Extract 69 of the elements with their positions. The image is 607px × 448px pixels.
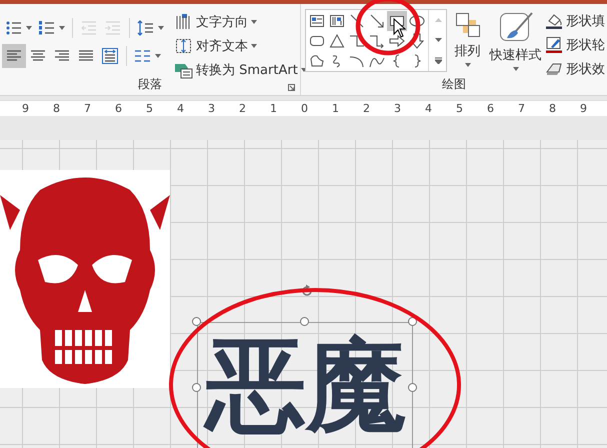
resize-handle[interactable] (192, 383, 201, 392)
ruler-number: 2 (238, 102, 247, 115)
paint-bucket-icon (545, 12, 563, 30)
caret-icon (251, 44, 257, 48)
distribute-icon (101, 47, 119, 65)
ruler-number: 7 (517, 102, 526, 115)
more-icon (434, 56, 442, 64)
caret-icon (464, 63, 471, 67)
ruler-number: 5 (455, 102, 464, 115)
ribbon-command[interactable]: 文字方向 (173, 10, 309, 33)
resize-handle[interactable] (300, 317, 309, 326)
caret-icon (158, 26, 164, 30)
caret-icon (155, 54, 161, 58)
rotate-handle-icon[interactable] (300, 284, 314, 298)
ribbon-command[interactable]: 形状效 (543, 57, 607, 80)
text-box-icon (309, 13, 325, 29)
ruler-number: 9 (579, 102, 588, 115)
ruler-number: 4 (176, 102, 185, 115)
ruler-number: 6 (114, 102, 123, 115)
rounded-rectangle-icon (309, 33, 325, 49)
ruler-number: 6 (486, 102, 495, 115)
numbered-list-icon (38, 19, 56, 37)
ribbon-command[interactable]: 对齐文本 (173, 34, 309, 57)
resize-handle[interactable] (192, 317, 201, 326)
resize-handle[interactable] (408, 383, 417, 392)
ruler-number: 7 (83, 102, 92, 115)
ruler-number: 8 (548, 102, 557, 115)
down-arrow-icon (409, 33, 425, 49)
caret-icon (59, 26, 65, 30)
ribbon-command[interactable]: 形状轮 (543, 33, 607, 56)
ruler-number: 3 (207, 102, 216, 115)
caret-icon (251, 20, 257, 24)
elbow-arrow-icon (369, 33, 385, 49)
align-left-button[interactable] (2, 44, 26, 68)
mouse-pointer-icon (393, 18, 406, 38)
ruler-number: 1 (269, 102, 278, 115)
caret-icon (26, 26, 32, 30)
ruler-number: 9 (21, 102, 30, 115)
brush-icon (498, 11, 534, 43)
pencil-icon (545, 36, 563, 54)
arrange-button[interactable]: 排列 (447, 9, 488, 79)
triangle-icon (329, 33, 345, 49)
ruler-number: 2 (362, 102, 371, 115)
ruler-number: 8 (52, 102, 61, 115)
quick-styles-button[interactable]: 快速样式 (488, 9, 543, 79)
ruler-number: 5 (145, 102, 154, 115)
block-arrow-icon (389, 33, 405, 49)
ribbon-command[interactable]: 形状填 (543, 9, 607, 32)
increase-indent-icon (104, 19, 122, 37)
arrange-icon (454, 11, 482, 39)
group-label: 段落 (138, 76, 162, 93)
align-text-icon (175, 36, 193, 54)
vertical-text-box-icon (329, 13, 345, 29)
dialog-launcher-icon[interactable] (288, 84, 295, 91)
line-spacing-icon (137, 19, 155, 37)
up-caret-icon (434, 18, 442, 22)
caret-icon (512, 67, 519, 71)
ruler-number: 1 (331, 102, 340, 115)
group-label: 绘图 (442, 76, 466, 93)
elbow-connector-icon (349, 33, 365, 49)
ruler-number: 4 (424, 102, 433, 115)
line-icon (349, 13, 365, 29)
ruler-number: 3 (393, 102, 402, 115)
bullet-list-icon (5, 19, 23, 37)
ruler-number: 0 (300, 102, 309, 115)
arrow-icon (369, 13, 385, 29)
caret-icon (434, 38, 442, 42)
decrease-indent-icon (80, 19, 98, 37)
freeform-icon (309, 53, 325, 69)
